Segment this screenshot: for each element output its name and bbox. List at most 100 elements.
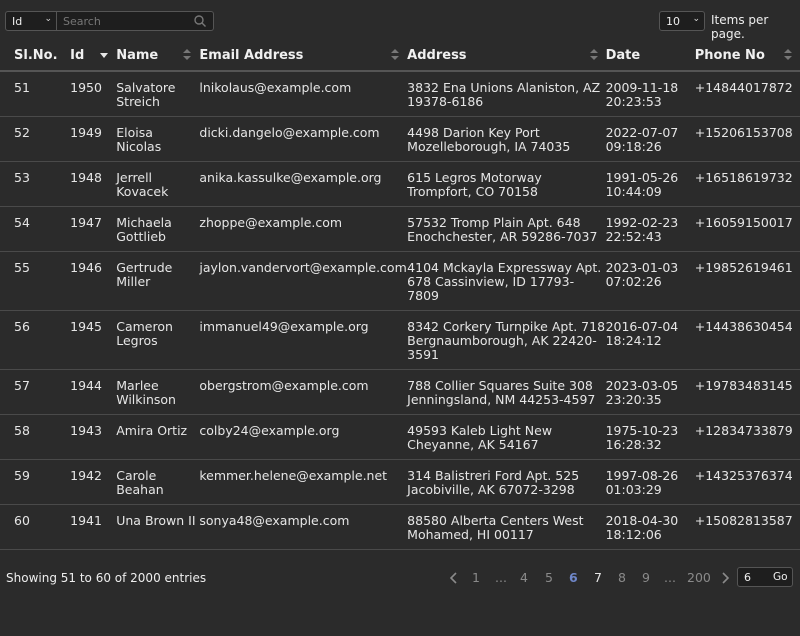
page-link-200[interactable]: 200 <box>687 570 711 585</box>
cell-date: 1991-05-26 10:44:09 <box>605 161 695 207</box>
cell-id: 1942 <box>70 459 117 505</box>
cell-email: jaylon.vandervort@example.com <box>199 251 408 311</box>
cell-email: sonya48@example.com <box>199 504 408 550</box>
cell-address: 788 Collier Squares Suite 308 Jenningsla… <box>407 369 606 415</box>
cell-phone: +14438630454 <box>694 310 800 370</box>
cell-phone: +16059150017 <box>694 206 800 252</box>
table-row: 60 1941 Una Brown II sonya48@example.com… <box>0 504 800 550</box>
cell-slno: 54 <box>0 206 71 252</box>
search-placeholder: Search <box>63 15 101 28</box>
search-field-value: Id <box>12 15 23 28</box>
cell-id: 1947 <box>70 206 117 252</box>
column-header-address[interactable]: Address <box>407 40 606 72</box>
chevron-down-icon: ⌄ <box>44 14 52 24</box>
table-row: 59 1942 Carole Beahan kemmer.helene@exam… <box>0 459 800 505</box>
cell-email: dicki.dangelo@example.com <box>199 116 408 162</box>
cell-address: 57532 Tromp Plain Apt. 648 Enochchester,… <box>407 206 606 252</box>
cell-date: 1997-08-26 01:03:29 <box>605 459 695 505</box>
table-toolbar: Id ⌄ Search 10 ⌄ Items per page. <box>0 0 800 42</box>
cell-phone: +19783483145 <box>694 369 800 415</box>
search-icon[interactable] <box>193 14 207 28</box>
cell-name: Gertrude Miller <box>116 251 200 311</box>
column-header-slno[interactable]: Sl.No. <box>0 40 71 72</box>
cell-slno: 57 <box>0 369 71 415</box>
cell-address: 4498 Darion Key Port Mozelleborough, IA … <box>407 116 606 162</box>
cell-name: Eloisa Nicolas <box>116 116 200 162</box>
table-row: 51 1950 Salvatore Streich lnikolaus@exam… <box>0 71 800 117</box>
cell-slno: 58 <box>0 414 71 460</box>
search-field-select[interactable]: Id ⌄ <box>5 11 57 31</box>
cell-phone: +16518619732 <box>694 161 800 207</box>
table-body: 51 1950 Salvatore Streich lnikolaus@exam… <box>0 71 800 550</box>
cell-phone: +15206153708 <box>694 116 800 162</box>
cell-address: 3832 Ena Unions Alaniston, AZ 19378-6186 <box>407 71 606 117</box>
table-row: 52 1949 Eloisa Nicolas dicki.dangelo@exa… <box>0 116 800 162</box>
cell-id: 1941 <box>70 504 117 550</box>
cell-id: 1950 <box>70 71 117 117</box>
entries-summary: Showing 51 to 60 of 2000 entries <box>6 571 207 585</box>
cell-date: 2023-03-05 23:20:35 <box>605 369 695 415</box>
goto-page-value: 6 <box>744 571 751 584</box>
cell-date: 2018-04-30 18:12:06 <box>605 504 695 550</box>
sort-icon <box>183 49 192 60</box>
cell-name: Marlee Wilkinson <box>116 369 200 415</box>
cell-slno: 55 <box>0 251 71 311</box>
cell-date: 2016-07-04 18:24:12 <box>605 310 695 370</box>
cell-phone: +14325376374 <box>694 459 800 505</box>
per-page-value: 10 <box>666 15 680 28</box>
table-row: 53 1948 Jerrell Kovacek anika.kassulke@e… <box>0 161 800 207</box>
cell-phone: +19852619461 <box>694 251 800 311</box>
cell-email: immanuel49@example.org <box>199 310 408 370</box>
column-header-label: Id <box>70 47 85 63</box>
cell-name: Jerrell Kovacek <box>116 161 200 207</box>
column-header-email[interactable]: Email Address <box>199 40 408 72</box>
column-header-name[interactable]: Name <box>116 40 200 72</box>
data-table: Sl.No. Id Name Email Address Address Dat… <box>0 40 800 550</box>
cell-name: Salvatore Streich <box>116 71 200 117</box>
chevron-right-icon[interactable] <box>721 572 729 584</box>
column-header-label: Email Address <box>199 47 304 63</box>
chevron-left-icon[interactable] <box>450 572 458 584</box>
cell-phone: +15082813587 <box>694 504 800 550</box>
page-link-9[interactable]: 9 <box>642 570 650 585</box>
cell-slno: 60 <box>0 504 71 550</box>
table-header-row: Sl.No. Id Name Email Address Address Dat… <box>0 40 800 72</box>
page-link-5[interactable]: 5 <box>545 570 553 585</box>
sort-icon <box>391 49 400 60</box>
cell-name: Cameron Legros <box>116 310 200 370</box>
go-button[interactable]: Go <box>773 571 788 583</box>
page-link-6-current[interactable]: 6 <box>569 570 578 585</box>
cell-slno: 53 <box>0 161 71 207</box>
cell-phone: +12834733879 <box>694 414 800 460</box>
page-link-1[interactable]: 1 <box>472 570 480 585</box>
cell-email: lnikolaus@example.com <box>199 71 408 117</box>
table-row: 57 1944 Marlee Wilkinson obergstrom@exam… <box>0 369 800 415</box>
cell-address: 8342 Corkery Turnpike Apt. 718 Bergnaumb… <box>407 310 606 370</box>
cell-id: 1943 <box>70 414 117 460</box>
table-row: 56 1945 Cameron Legros immanuel49@exampl… <box>0 310 800 370</box>
column-header-date[interactable]: Date <box>605 40 695 72</box>
cell-date: 2009-11-18 20:23:53 <box>605 71 695 117</box>
page-link-8[interactable]: 8 <box>618 570 626 585</box>
cell-email: obergstrom@example.com <box>199 369 408 415</box>
cell-address: 88580 Alberta Centers West Mohamed, HI 0… <box>407 504 606 550</box>
cell-id: 1944 <box>70 369 117 415</box>
search-input[interactable]: Search <box>57 11 214 31</box>
cell-email: anika.kassulke@example.org <box>199 161 408 207</box>
page-link-7[interactable]: 7 <box>594 570 602 585</box>
sort-desc-icon <box>100 53 109 58</box>
per-page-select[interactable]: 10 ⌄ <box>659 11 705 31</box>
cell-address: 49593 Kaleb Light New Cheyanne, AK 54167 <box>407 414 606 460</box>
cell-address: 4104 Mckayla Expressway Apt. 678 Cassinv… <box>407 251 606 311</box>
cell-id: 1948 <box>70 161 117 207</box>
cell-date: 1992-02-23 22:52:43 <box>605 206 695 252</box>
per-page-label: Items per page. <box>711 13 769 41</box>
cell-id: 1946 <box>70 251 117 311</box>
column-header-label: Date <box>605 47 641 63</box>
page-link-4[interactable]: 4 <box>520 570 528 585</box>
column-header-id[interactable]: Id <box>70 40 117 72</box>
column-header-phone[interactable]: Phone No <box>694 40 800 72</box>
sort-icon <box>589 49 598 60</box>
cell-name: Carole Beahan <box>116 459 200 505</box>
table-row: 54 1947 Michaela Gottlieb zhoppe@example… <box>0 206 800 252</box>
